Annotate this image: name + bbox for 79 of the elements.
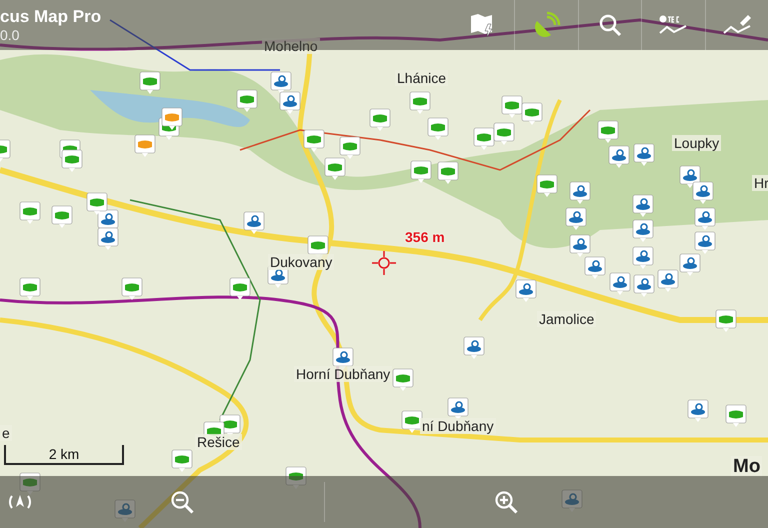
poi-marker-icon[interactable]	[570, 182, 590, 204]
place-label: e	[0, 425, 12, 441]
place-label: ní Dubňany	[420, 418, 496, 434]
poi-marker-icon[interactable]	[52, 206, 72, 228]
poi-marker-icon[interactable]	[244, 212, 264, 234]
poi-marker-icon[interactable]	[20, 278, 40, 300]
poi-marker-icon[interactable]	[598, 120, 618, 143]
poi-marker-icon[interactable]	[692, 182, 714, 204]
poi-marker-icon[interactable]	[726, 404, 746, 427]
poi-marker-icon[interactable]	[370, 108, 390, 131]
app-version: 0.0	[0, 27, 20, 43]
poi-marker-icon[interactable]	[410, 92, 430, 114]
zoom-in-icon	[494, 490, 518, 514]
poi-marker-icon[interactable]	[680, 166, 700, 188]
poi-marker-icon[interactable]	[98, 228, 118, 250]
place-label: Mohelno	[262, 38, 320, 54]
poi-marker-icon[interactable]	[632, 220, 654, 242]
poi-marker-icon[interactable]	[494, 122, 514, 145]
poi-marker-icon[interactable]	[172, 450, 192, 472]
poi-marker-icon[interactable]	[522, 102, 542, 125]
poi-marker-icon[interactable]	[236, 90, 258, 112]
poi-marker-icon[interactable]	[20, 472, 40, 495]
poi-marker-icon[interactable]	[392, 368, 414, 391]
poi-marker-icon[interactable]	[134, 134, 156, 157]
poi-marker-icon[interactable]	[464, 336, 484, 359]
poi-marker-icon[interactable]	[0, 140, 10, 162]
poi-marker-icon[interactable]	[230, 278, 250, 300]
poi-marker-icon[interactable]	[448, 398, 468, 420]
poi-marker-icon[interactable]	[536, 174, 558, 197]
poi-marker-icon[interactable]	[716, 310, 736, 332]
poi-marker-icon[interactable]	[428, 118, 448, 140]
place-label: Loupky	[672, 135, 722, 151]
crosshair-icon	[371, 250, 397, 276]
poi-marker-icon[interactable]	[122, 278, 142, 300]
poi-marker-icon[interactable]	[62, 150, 82, 172]
poi-marker-icon[interactable]	[570, 234, 590, 257]
satellite-dish-icon	[532, 11, 561, 39]
poi-marker-icon[interactable]	[86, 192, 108, 215]
poi-marker-icon[interactable]	[402, 410, 422, 433]
poi-marker-icon[interactable]	[324, 158, 346, 180]
place-label: Jamolice	[537, 311, 596, 327]
poi-marker-icon[interactable]	[140, 72, 160, 94]
poi-marker-icon[interactable]	[474, 128, 494, 150]
poi-marker-icon[interactable]	[610, 272, 630, 295]
poi-marker-icon[interactable]	[114, 500, 136, 522]
poi-marker-icon[interactable]	[632, 246, 654, 269]
poi-marker-icon[interactable]	[502, 96, 522, 118]
distance-label: 356 m	[405, 229, 445, 245]
poi-marker-icon[interactable]	[20, 202, 40, 224]
poi-marker-icon[interactable]	[304, 130, 324, 152]
poi-marker-icon[interactable]	[584, 256, 606, 279]
poi-marker-icon[interactable]	[632, 194, 654, 217]
poi-marker-icon[interactable]	[340, 136, 360, 159]
app-title: cus Map Pro	[0, 7, 102, 27]
poi-marker-icon[interactable]	[608, 146, 630, 168]
place-label: Dukovany	[268, 254, 334, 270]
poi-marker-icon[interactable]	[162, 108, 182, 130]
poi-marker-icon[interactable]	[438, 162, 458, 184]
poi-marker-icon[interactable]	[562, 490, 582, 512]
scale-bar: 2 km	[4, 445, 124, 465]
poi-marker-icon[interactable]	[688, 400, 708, 422]
poi-marker-icon[interactable]	[410, 160, 432, 183]
poi-marker-icon[interactable]	[286, 466, 306, 489]
poi-marker-icon[interactable]	[694, 208, 716, 230]
place-label: Rešice	[195, 434, 242, 450]
search-icon	[598, 13, 622, 37]
poi-marker-icon[interactable]	[634, 274, 654, 297]
poi-marker-icon[interactable]	[280, 92, 300, 114]
poi-marker-icon[interactable]	[658, 270, 678, 292]
poi-marker-icon[interactable]	[634, 144, 654, 166]
poi-marker-icon[interactable]	[270, 72, 292, 94]
place-label: Lhánice	[395, 70, 448, 86]
poi-marker-icon[interactable]	[516, 280, 536, 302]
poi-marker-icon[interactable]	[680, 254, 700, 276]
zoom-out-icon	[170, 490, 194, 514]
poi-marker-icon[interactable]	[566, 208, 586, 230]
place-label: Horní Dubňany	[294, 366, 392, 382]
poi-marker-icon[interactable]	[694, 232, 716, 254]
place-label: Mo	[731, 456, 762, 478]
